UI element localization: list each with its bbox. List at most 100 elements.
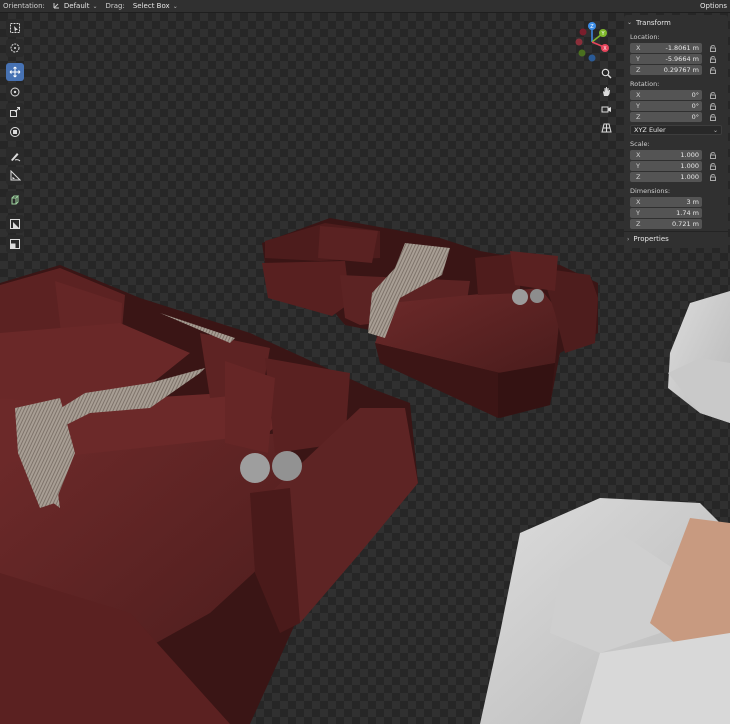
panel-divider: [624, 231, 728, 232]
lock-icon[interactable]: [708, 55, 717, 64]
scale-z-field[interactable]: Z 1.000: [630, 172, 702, 182]
viewport-header: Orientation: Default ⌄ Drag: Select Box …: [0, 0, 730, 13]
shade-icon: [10, 219, 20, 229]
neg-axis-handle: [579, 28, 587, 36]
grid-icon: [600, 123, 612, 132]
rotation-z-row: Z 0°: [627, 112, 725, 122]
transform-icon: [10, 127, 20, 137]
navigation-gizmo[interactable]: Z Y X: [570, 20, 614, 64]
move-icon: [9, 66, 21, 78]
shade-tool[interactable]: [6, 215, 24, 233]
dimensions-x-row: X3 m: [627, 197, 725, 207]
orientation-dropdown[interactable]: Default ⌄: [48, 0, 102, 12]
3d-viewport[interactable]: [0, 13, 730, 724]
scale-y-row: Y 1.000: [627, 161, 725, 171]
camera-icon: [601, 106, 611, 112]
rotation-z-field[interactable]: Z 0°: [630, 112, 702, 122]
rotate-tool[interactable]: [6, 83, 24, 101]
measure-tool[interactable]: [6, 167, 24, 185]
lock-icon[interactable]: [708, 102, 717, 111]
rotation-label: Rotation:: [630, 80, 660, 88]
location-z-row: Z 0.29767 m: [627, 65, 725, 75]
orientation-value: Default: [63, 2, 90, 10]
add-cube-tool[interactable]: [6, 191, 24, 209]
drag-value: Select Box: [132, 2, 170, 10]
scale-z-row: Z 1.000: [627, 172, 725, 182]
location-y-row: Y -5.9664 m: [627, 54, 725, 64]
neg-x-axis-handle: [575, 38, 583, 46]
chevron-right-icon: ›: [627, 235, 630, 243]
white-sofa-bottom: [480, 498, 730, 724]
dimensions-y-field[interactable]: Y 1.74 m: [630, 208, 702, 218]
scale-x-row: X 1.000: [627, 150, 725, 160]
annotate-tool[interactable]: [6, 147, 24, 165]
hand-icon: [602, 86, 610, 96]
sidebar-panel: ⌄ Transform Location: X -1.8061 m Y -5.966…: [624, 15, 728, 248]
scale-label: Scale:: [630, 140, 650, 148]
scale-x-field[interactable]: X 1.000: [630, 150, 702, 160]
drag-dropdown[interactable]: Select Box ⌄: [128, 1, 182, 11]
dimensions-y-row: Y 1.74 m: [627, 208, 725, 218]
transform-panel-header[interactable]: ⌄ Transform: [627, 17, 725, 28]
orientation-label: Orientation:: [3, 2, 45, 10]
transform-tool[interactable]: [6, 123, 24, 141]
location-x-field[interactable]: X -1.8061 m: [630, 43, 702, 53]
lock-icon[interactable]: [708, 44, 717, 53]
chevron-down-icon: ⌄: [172, 2, 178, 10]
lock-icon[interactable]: [708, 113, 717, 122]
chevron-down-icon: ⌄: [627, 19, 633, 26]
select-box-tool[interactable]: [6, 19, 24, 37]
transform-title: Transform: [636, 18, 671, 27]
dimensions-x-field[interactable]: X3 m: [630, 197, 702, 207]
annotate-icon: [11, 153, 21, 162]
measure-icon: [10, 170, 21, 181]
cursor-tool[interactable]: [6, 39, 24, 57]
perspective-toggle-button[interactable]: [599, 120, 613, 134]
neg-z-axis-handle: [588, 54, 596, 62]
location-label: Location:: [630, 33, 660, 41]
rotation-y-field[interactable]: Y 0°: [630, 101, 702, 111]
lock-icon[interactable]: [708, 151, 717, 160]
lock-icon[interactable]: [708, 91, 717, 100]
x-axis-label: X: [603, 46, 607, 52]
chevron-down-icon: ⌄: [92, 2, 98, 10]
chevron-down-icon: ⌄: [712, 126, 718, 134]
orientation-axes-icon: [53, 1, 61, 11]
drag-label: Drag:: [105, 2, 125, 10]
lock-icon[interactable]: [708, 66, 717, 75]
location-y-field[interactable]: Y -5.9664 m: [630, 54, 702, 64]
camera-view-button[interactable]: [599, 102, 613, 116]
options-menu[interactable]: Options: [700, 2, 727, 10]
scene-render: [0, 218, 730, 724]
pan-button[interactable]: [599, 84, 613, 98]
white-armchair-right: [668, 291, 730, 423]
rotation-y-row: Y 0°: [627, 101, 725, 111]
location-x-row: X -1.8061 m: [627, 43, 725, 53]
move-tool[interactable]: [6, 63, 24, 81]
z-axis-label: Z: [590, 24, 594, 30]
extrude-icon: [10, 239, 20, 249]
scale-tool[interactable]: [6, 103, 24, 121]
cursor-icon: [10, 43, 20, 53]
dimensions-label: Dimensions:: [630, 187, 671, 195]
dimensions-z-field[interactable]: Z 0.721 m: [630, 219, 702, 229]
properties-panel-header[interactable]: › Properties: [627, 235, 669, 243]
select-box-icon: [10, 23, 20, 33]
near-sectional-sofa: [0, 265, 418, 724]
rotation-mode-select[interactable]: XYZ Euler ⌄: [630, 125, 722, 135]
rotation-x-field[interactable]: X 0°: [630, 90, 702, 100]
scale-icon: [10, 107, 20, 117]
navigation-buttons: [599, 66, 613, 138]
add-cube-icon: [11, 195, 20, 205]
lock-icon[interactable]: [708, 173, 717, 182]
zoom-icon: [601, 68, 611, 78]
rotation-x-row: X 0°: [627, 90, 725, 100]
tool-shelf: [6, 19, 26, 255]
properties-title: Properties: [633, 235, 669, 243]
lock-icon[interactable]: [708, 162, 717, 171]
extrude-tool[interactable]: [6, 235, 24, 253]
location-z-field[interactable]: Z 0.29767 m: [630, 65, 702, 75]
scale-y-field[interactable]: Y 1.000: [630, 161, 702, 171]
zoom-button[interactable]: [599, 66, 613, 80]
rotate-icon: [10, 87, 20, 97]
